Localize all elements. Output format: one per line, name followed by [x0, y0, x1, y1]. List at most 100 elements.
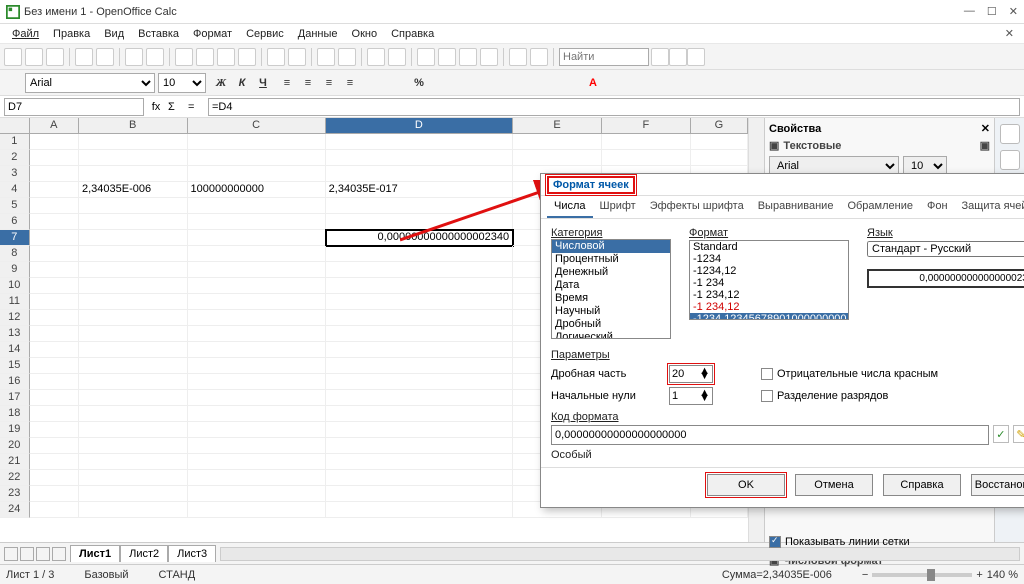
cell-b20[interactable]: [79, 438, 188, 454]
row-header[interactable]: 3: [0, 166, 30, 182]
cell-b8[interactable]: [79, 246, 188, 262]
menu-window[interactable]: Окно: [346, 28, 384, 40]
cell-d21[interactable]: [326, 454, 513, 470]
cell-b15[interactable]: [79, 358, 188, 374]
cell-b16[interactable]: [79, 374, 188, 390]
cell-b6[interactable]: [79, 214, 188, 230]
row-header[interactable]: 1: [0, 134, 30, 150]
sidebar-toggle-icon[interactable]: [4, 74, 22, 92]
list-item[interactable]: Числовой: [552, 240, 670, 253]
cell-a21[interactable]: [30, 454, 79, 470]
list-item[interactable]: Денежный: [552, 266, 670, 279]
undo-icon[interactable]: [267, 48, 285, 66]
row-header[interactable]: 16: [0, 374, 30, 390]
menu-service[interactable]: Сервис: [240, 28, 290, 40]
row-header[interactable]: 6: [0, 214, 30, 230]
bold-icon[interactable]: Ж: [212, 74, 230, 92]
cell-a15[interactable]: [30, 358, 79, 374]
cell-c18[interactable]: [188, 406, 326, 422]
tab-last-icon[interactable]: [52, 547, 66, 561]
cell-b11[interactable]: [79, 294, 188, 310]
row-header[interactable]: 2: [0, 150, 30, 166]
export-pdf-icon[interactable]: [75, 48, 93, 66]
find-all-icon[interactable]: [687, 48, 705, 66]
neg-red-check[interactable]: Отрицательные числа красным: [761, 368, 938, 380]
list-item[interactable]: Дата: [552, 279, 670, 292]
formula-input[interactable]: [208, 98, 1020, 116]
cell-a7[interactable]: [30, 230, 79, 246]
cell-b3[interactable]: [79, 166, 188, 182]
find-input[interactable]: [559, 48, 649, 66]
tab-first-icon[interactable]: [4, 547, 18, 561]
cell-g1[interactable]: [691, 134, 748, 150]
col-header-e[interactable]: E: [513, 118, 602, 133]
zoom-out-icon[interactable]: −: [862, 569, 868, 581]
section-collapse-icon[interactable]: ▣: [980, 139, 990, 152]
row-header[interactable]: 9: [0, 262, 30, 278]
row-header[interactable]: 4: [0, 182, 30, 198]
cell-d22[interactable]: [326, 470, 513, 486]
cell-d19[interactable]: [326, 422, 513, 438]
list-item[interactable]: Дробный: [552, 318, 670, 331]
list-item[interactable]: -1234,12: [690, 265, 848, 277]
list-item[interactable]: -1234: [690, 253, 848, 265]
cell-c2[interactable]: [188, 150, 326, 166]
cell-c3[interactable]: [188, 166, 326, 182]
chart-icon[interactable]: [417, 48, 435, 66]
cell-b21[interactable]: [79, 454, 188, 470]
cell-a12[interactable]: [30, 310, 79, 326]
list-item[interactable]: -1 234,12: [690, 289, 848, 301]
row-header[interactable]: 7: [0, 230, 30, 246]
row-header[interactable]: 10: [0, 278, 30, 294]
cell-f2[interactable]: [602, 150, 691, 166]
minimize-button[interactable]: —: [964, 5, 975, 18]
row-header[interactable]: 18: [0, 406, 30, 422]
cell-c23[interactable]: [188, 486, 326, 502]
cancel-button[interactable]: Отмена: [795, 474, 873, 496]
sort-desc-icon[interactable]: [388, 48, 406, 66]
cell-b2[interactable]: [79, 150, 188, 166]
cell-a1[interactable]: [30, 134, 79, 150]
cell-reference-input[interactable]: [4, 98, 144, 116]
col-header-g[interactable]: G: [691, 118, 748, 133]
cell-d20[interactable]: [326, 438, 513, 454]
new-icon[interactable]: [4, 48, 22, 66]
select-all-corner[interactable]: [0, 118, 30, 133]
cell-c13[interactable]: [188, 326, 326, 342]
cell-b24[interactable]: [79, 502, 188, 518]
merge-icon[interactable]: [365, 74, 383, 92]
cell-b13[interactable]: [79, 326, 188, 342]
cell-c17[interactable]: [188, 390, 326, 406]
expand-icon[interactable]: ▣: [769, 139, 779, 152]
cell-d15[interactable]: [326, 358, 513, 374]
cell-c20[interactable]: [188, 438, 326, 454]
cell-a17[interactable]: [30, 390, 79, 406]
function-wizard-icon[interactable]: fx: [148, 99, 164, 115]
panel-close-icon[interactable]: ✕: [981, 122, 990, 135]
cell-a24[interactable]: [30, 502, 79, 518]
spellcheck-icon[interactable]: [125, 48, 143, 66]
cell-c19[interactable]: [188, 422, 326, 438]
cell-d16[interactable]: [326, 374, 513, 390]
cell-c4[interactable]: 100000000000: [188, 182, 326, 198]
bgcolor-icon[interactable]: [563, 74, 581, 92]
zoom-in-icon[interactable]: +: [976, 569, 982, 581]
list-item[interactable]: Процентный: [552, 253, 670, 266]
row-header[interactable]: 22: [0, 470, 30, 486]
add-decimal-icon[interactable]: [452, 74, 470, 92]
datasource-icon[interactable]: [480, 48, 498, 66]
col-header-a[interactable]: A: [30, 118, 79, 133]
menu-insert[interactable]: Вставка: [132, 28, 185, 40]
indent-dec-icon[interactable]: [497, 74, 515, 92]
sort-asc-icon[interactable]: [367, 48, 385, 66]
thousands-check[interactable]: Разделение разрядов: [761, 390, 888, 402]
cell-c5[interactable]: [188, 198, 326, 214]
cell-e2[interactable]: [513, 150, 602, 166]
list-item[interactable]: Standard: [690, 241, 848, 253]
cell-c9[interactable]: [188, 262, 326, 278]
menu-format[interactable]: Формат: [187, 28, 238, 40]
paintbrush-icon[interactable]: [238, 48, 256, 66]
cell-d13[interactable]: [326, 326, 513, 342]
fontcolor-icon[interactable]: A: [584, 74, 602, 92]
cell-d14[interactable]: [326, 342, 513, 358]
